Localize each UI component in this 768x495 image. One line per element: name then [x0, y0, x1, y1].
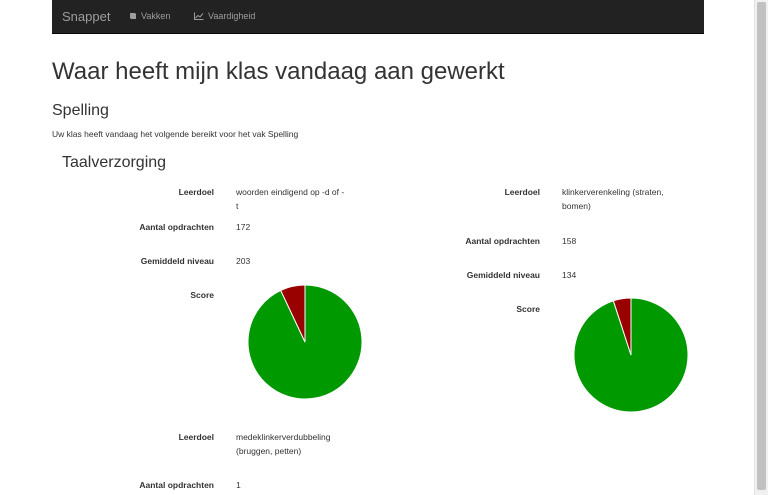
- score-label: Score: [190, 290, 214, 300]
- leerdoel-label: Leerdoel: [504, 187, 540, 197]
- niveau-value: 134: [562, 270, 577, 280]
- leerdoel-label: Leerdoel: [178, 187, 214, 197]
- intro-text: Uw klas heeft vandaag het volgende berei…: [52, 129, 299, 139]
- aantal-value: 172: [236, 222, 251, 232]
- niveau-label: Gemiddeld niveau: [140, 256, 214, 266]
- section-title: Spelling: [52, 102, 109, 119]
- book-icon: [130, 13, 136, 19]
- aantal-label: Aantal opdrachten: [139, 222, 214, 232]
- leerdoel-value: woorden eindigend op -d of -t: [236, 187, 345, 211]
- nav-item-label: Vakken: [141, 11, 171, 21]
- brand-link[interactable]: Snappet: [62, 9, 110, 24]
- leerdoel-value: medeklinkerverdubbeling (bruggen, petten…: [236, 432, 331, 456]
- aantal-label: Aantal opdrachten: [465, 236, 540, 246]
- score-label: Score: [516, 304, 540, 314]
- aantal-value: 1: [236, 480, 241, 490]
- aantal-label: Aantal opdrachten: [139, 480, 214, 490]
- leerdoel-value: klinkerverenkeling (straten, bomen): [562, 187, 664, 211]
- aantal-value: 158: [562, 236, 577, 246]
- page-scrollbar[interactable]: [754, 0, 768, 495]
- nav-item-label: Vaardigheid: [208, 11, 256, 21]
- nav-item-vaardigheid[interactable]: Vaardigheid: [194, 11, 255, 21]
- subsection-title: Taalverzorging: [62, 154, 167, 171]
- line-chart-icon: [194, 12, 204, 20]
- score-pie-chart: [247, 284, 363, 400]
- page-title: Waar heeft mijn klas vandaag aan gewerkt: [52, 58, 505, 85]
- top-navbar: Snappet Vakken Vaardigheid: [52, 0, 704, 34]
- scrollbar-thumb[interactable]: [757, 2, 766, 490]
- nav-item-vakken[interactable]: Vakken: [129, 11, 170, 21]
- leerdoel-label: Leerdoel: [178, 432, 214, 442]
- niveau-label: Gemiddeld niveau: [466, 270, 540, 280]
- score-pie-chart: [573, 297, 689, 413]
- niveau-value: 203: [236, 256, 251, 266]
